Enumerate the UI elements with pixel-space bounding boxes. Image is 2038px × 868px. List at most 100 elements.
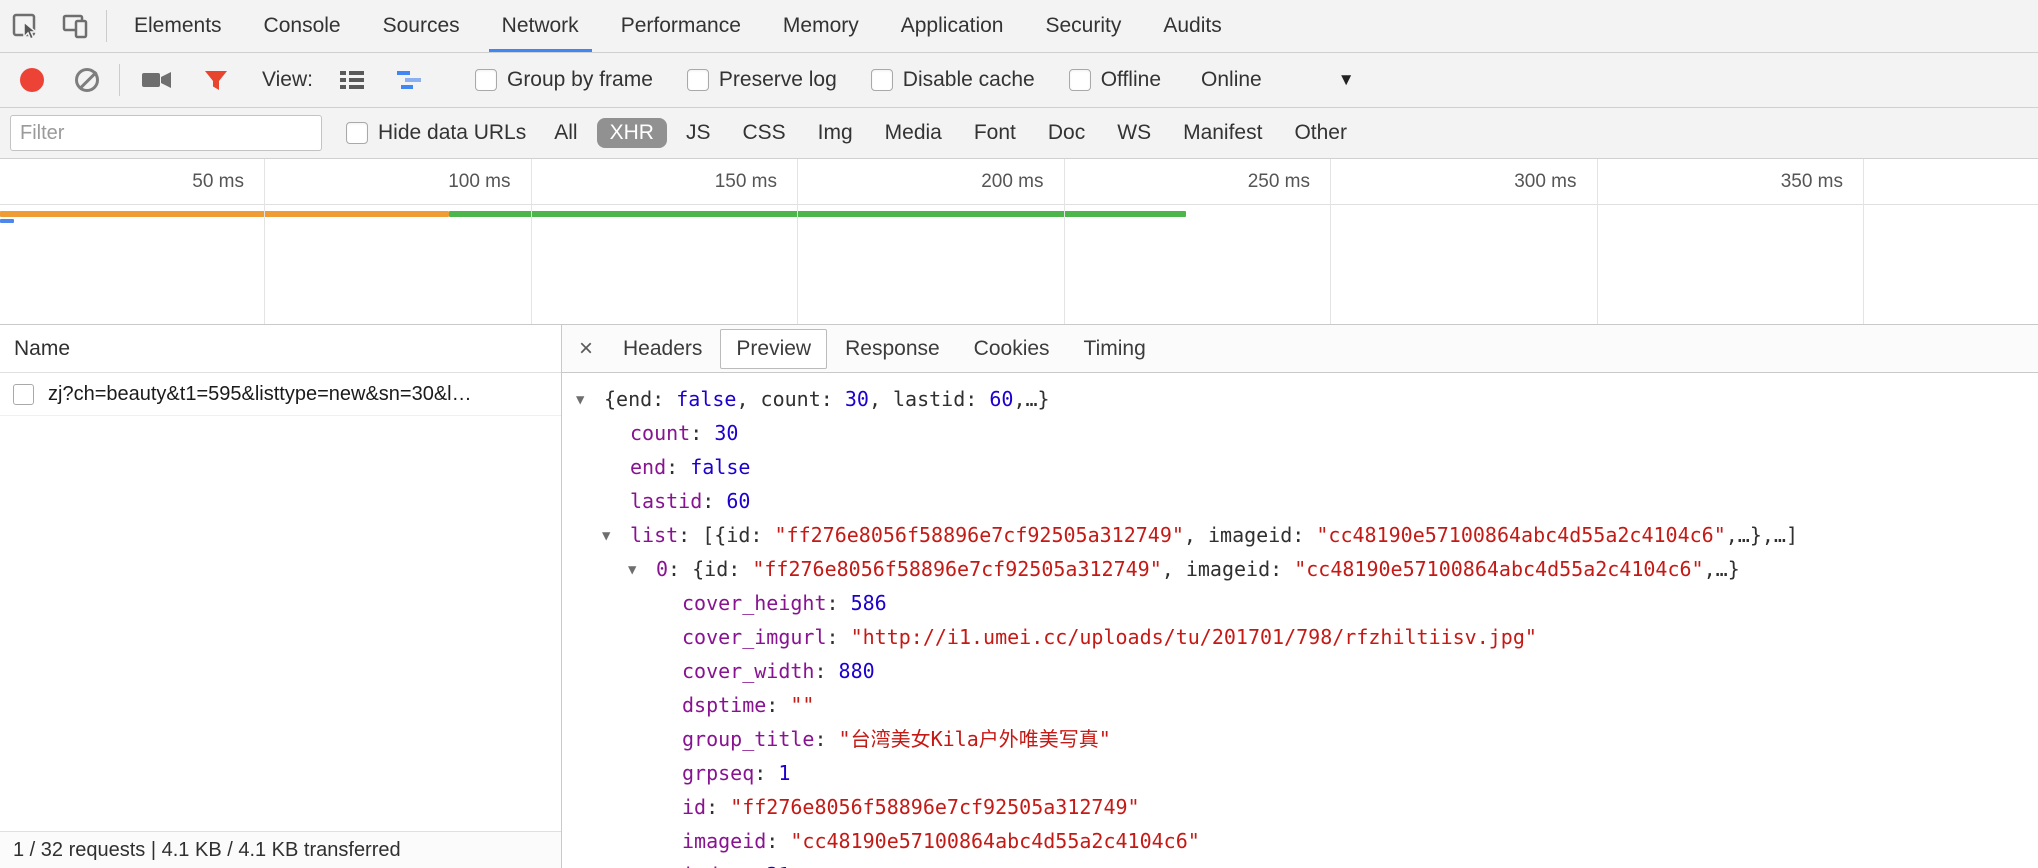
- hide-data-urls-checkbox[interactable]: [346, 122, 368, 144]
- clear-button[interactable]: [75, 68, 99, 92]
- tree-indent-spacer: [654, 758, 682, 791]
- detail-tab-response[interactable]: Response: [829, 329, 956, 369]
- plain-token: : {id:: [668, 557, 752, 581]
- property-name-token: cover_height: [682, 591, 827, 615]
- timeline-gridline: [531, 159, 532, 324]
- requests-summary-bar: 1 / 32 requests | 4.1 KB / 4.1 KB transf…: [0, 831, 561, 868]
- detail-tabs: HeadersPreviewResponseCookiesTiming: [606, 329, 1163, 369]
- timeline-tick-label: 100 ms: [321, 159, 521, 205]
- plain-token: , lastid:: [869, 387, 989, 411]
- inspect-element-button[interactable]: [0, 0, 50, 52]
- timeline-gridline: [1597, 159, 1598, 324]
- requests-summary-text: 1 / 32 requests | 4.1 KB / 4.1 KB transf…: [13, 839, 401, 862]
- filter-type-font[interactable]: Font: [961, 118, 1029, 148]
- plain-token: :: [706, 795, 730, 819]
- plain-token: :: [814, 659, 838, 683]
- device-toolbar-button[interactable]: [50, 0, 100, 52]
- detail-tab-cookies[interactable]: Cookies: [958, 329, 1066, 369]
- checkbox-group-offline: Offline: [1069, 68, 1161, 92]
- camera-icon: [140, 67, 174, 93]
- filter-type-media[interactable]: Media: [872, 118, 955, 148]
- detail-tab-headers[interactable]: Headers: [607, 329, 718, 369]
- plain-token: :: [766, 829, 790, 853]
- request-row[interactable]: zj?ch=beauty&t1=595&listtype=new&sn=30&l…: [0, 373, 561, 416]
- plain-token: :: [814, 727, 838, 751]
- tree-line: grpseq: 1: [576, 757, 2038, 791]
- filter-input[interactable]: [10, 115, 322, 151]
- filter-type-doc[interactable]: Doc: [1035, 118, 1098, 148]
- timeline-tick-label: 200 ms: [854, 159, 1054, 205]
- plain-token: : [{id:: [678, 523, 774, 547]
- timeline-gridline: [1863, 159, 1864, 324]
- string-token: "台湾美女Kila户外唯美写真": [839, 727, 1111, 751]
- tab-performance[interactable]: Performance: [600, 0, 762, 52]
- timeline-gridline: [264, 159, 265, 324]
- timeline-overview[interactable]: 50 ms100 ms150 ms200 ms250 ms300 ms350 m…: [0, 159, 2038, 325]
- tree-indent-spacer: [654, 656, 682, 689]
- tab-audits[interactable]: Audits: [1142, 0, 1242, 52]
- filter-type-all[interactable]: All: [541, 118, 590, 148]
- tree-line: count: 30: [576, 417, 2038, 451]
- tree-line: index: 31: [576, 859, 2038, 868]
- filter-type-img[interactable]: Img: [805, 118, 866, 148]
- preserve-log-label: Preserve log: [719, 68, 837, 92]
- tree-line: cover_width: 880: [576, 655, 2038, 689]
- filter-type-ws[interactable]: WS: [1104, 118, 1164, 148]
- filter-toggle-button[interactable]: [202, 67, 230, 93]
- name-column-header[interactable]: Name: [0, 325, 561, 373]
- chevron-down-icon[interactable]: ▼: [1338, 70, 1355, 90]
- tree-disclosure-icon[interactable]: ▼: [602, 520, 630, 553]
- plain-token: , imageid:: [1162, 557, 1294, 581]
- plain-token: , count:: [736, 387, 844, 411]
- tree-disclosure-icon[interactable]: ▼: [628, 554, 656, 587]
- checkbox-group-disable-cache: Disable cache: [871, 68, 1035, 92]
- filter-type-xhr[interactable]: XHR: [597, 118, 667, 148]
- request-row-checkbox[interactable]: [13, 384, 34, 405]
- number-token: 31: [766, 863, 790, 868]
- tab-console[interactable]: Console: [243, 0, 362, 52]
- network-filterbar: Hide data URLs AllXHRJSCSSImgMediaFontDo…: [0, 108, 2038, 159]
- tab-security[interactable]: Security: [1024, 0, 1142, 52]
- tree-indent-spacer: [602, 418, 630, 451]
- property-name-token: 0: [656, 557, 668, 581]
- tab-network[interactable]: Network: [481, 0, 600, 52]
- filter-type-other[interactable]: Other: [1281, 118, 1360, 148]
- property-name-token: imageid: [682, 829, 766, 853]
- show-overview-button[interactable]: [395, 67, 427, 93]
- timeline-tick-label: 300 ms: [1387, 159, 1587, 205]
- record-button[interactable]: [20, 68, 44, 92]
- tab-memory[interactable]: Memory: [762, 0, 880, 52]
- filter-type-js[interactable]: JS: [673, 118, 724, 148]
- tree-line: lastid: 60: [576, 485, 2038, 519]
- list-view-icon: [337, 67, 367, 93]
- filter-type-manifest[interactable]: Manifest: [1170, 118, 1275, 148]
- tab-sources[interactable]: Sources: [362, 0, 481, 52]
- group-by-frame-checkbox[interactable]: [475, 69, 497, 91]
- offline-checkbox[interactable]: [1069, 69, 1091, 91]
- tree-indent-spacer: [654, 826, 682, 859]
- timeline-gridline: [1064, 159, 1065, 324]
- plain-token: :: [742, 863, 766, 868]
- detail-tab-preview[interactable]: Preview: [720, 329, 827, 369]
- use-large-rows-button[interactable]: [337, 67, 367, 93]
- throttling-select[interactable]: Online: [1201, 68, 1262, 92]
- preserve-log-checkbox[interactable]: [687, 69, 709, 91]
- requests-list: zj?ch=beauty&t1=595&listtype=new&sn=30&l…: [0, 373, 561, 831]
- capture-screenshots-button[interactable]: [140, 67, 174, 93]
- tree-line: imageid: "cc48190e57100864abc4d55a2c4104…: [576, 825, 2038, 859]
- tree-disclosure-icon[interactable]: ▼: [576, 384, 604, 417]
- waterfall-icon: [395, 67, 427, 93]
- plain-token: ,…}: [1013, 387, 1049, 411]
- timeline-tick-label: 250 ms: [1120, 159, 1320, 205]
- tree-indent-spacer: [654, 588, 682, 621]
- request-name: zj?ch=beauty&t1=595&listtype=new&sn=30&l…: [48, 383, 472, 406]
- detail-tab-timing[interactable]: Timing: [1068, 329, 1162, 369]
- disable-cache-checkbox[interactable]: [871, 69, 893, 91]
- tab-elements[interactable]: Elements: [113, 0, 243, 52]
- tab-application[interactable]: Application: [880, 0, 1025, 52]
- preview-json-tree: ▼{end: false, count: 30, lastid: 60,…} c…: [562, 373, 2038, 868]
- close-icon[interactable]: ×: [566, 335, 606, 363]
- timeline-labels-row: 50 ms100 ms150 ms200 ms250 ms300 ms350 m…: [0, 159, 2038, 205]
- filter-type-css[interactable]: CSS: [729, 118, 798, 148]
- tree-line: ▼{end: false, count: 30, lastid: 60,…}: [576, 383, 2038, 417]
